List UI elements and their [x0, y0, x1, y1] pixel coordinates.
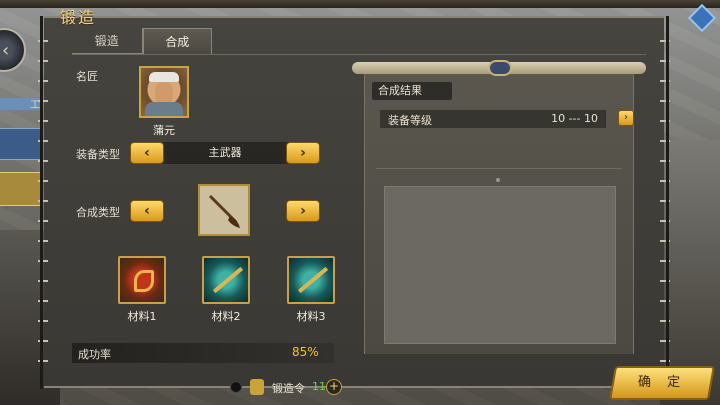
result-title: 合成结果 — [372, 82, 452, 100]
tab-bar: 锻造 合成 — [72, 28, 213, 54]
success-rate-bar: 成功率 85% — [72, 343, 334, 363]
forge-token-bar: 锻造令 11 + — [220, 378, 360, 396]
panel-rail-right — [666, 16, 669, 389]
confirm-label: 确 定 — [637, 375, 687, 390]
combine-type-prev-button[interactable]: ‹ — [130, 200, 164, 222]
staff-icon — [297, 266, 329, 294]
portrait-face — [155, 82, 173, 104]
equip-level-row: 装备等级 10 --- 10 — [380, 110, 606, 128]
result-preview-box — [384, 186, 616, 344]
combine-type-item[interactable] — [198, 184, 250, 236]
side-tab-gold[interactable] — [0, 172, 42, 206]
result-scroll: 合成结果 装备等级 10 --- 10 › — [352, 60, 646, 354]
material-label-2: 材料2 — [211, 310, 241, 323]
forge-token-label: 锻造令 — [272, 382, 305, 395]
axe-icon — [134, 270, 154, 292]
forge-token-count: 11 — [312, 380, 326, 393]
equip-type-label: 装备类型 — [76, 148, 120, 161]
combine-type-label: 合成类型 — [76, 206, 120, 219]
tab-underline — [72, 54, 646, 55]
equip-level-detail-button[interactable]: › — [618, 110, 634, 126]
craftsman-label: 名匠 — [76, 70, 98, 83]
tab-combine[interactable]: 合成 — [142, 28, 213, 54]
portrait-hat — [149, 72, 179, 82]
material-slot-2[interactable] — [202, 256, 250, 304]
tab-forge[interactable]: 锻造 — [72, 28, 142, 54]
combine-type-next-button[interactable]: › — [286, 200, 320, 222]
equip-type-selector: ‹ 主武器 › — [130, 142, 320, 164]
staff-icon — [212, 266, 244, 294]
material-slot-3[interactable] — [287, 256, 335, 304]
scroll-divider — [376, 168, 622, 169]
material-slot-1[interactable] — [118, 256, 166, 304]
side-tab-blue[interactable] — [0, 128, 42, 160]
equip-level-label: 装备等级 — [388, 114, 432, 127]
scroll-dot — [496, 178, 500, 182]
equip-type-next-button[interactable]: › — [286, 142, 320, 164]
material-label-1: 材料1 — [127, 310, 157, 323]
material-label-3: 材料3 — [296, 310, 326, 323]
success-rate-value: 85% — [292, 345, 319, 359]
confirm-button[interactable]: 确 定 — [609, 366, 715, 400]
window-title: 锻造 — [60, 8, 97, 27]
scroll-knob — [488, 60, 512, 76]
equip-type-value: 主武器 — [208, 146, 242, 159]
dot-icon — [230, 381, 242, 393]
add-token-button[interactable]: + — [326, 379, 342, 395]
success-rate-label: 成功率 — [78, 348, 111, 361]
equip-type-prev-button[interactable]: ‹ — [130, 142, 164, 164]
craftsman-name: 蒲元 — [153, 124, 175, 137]
craftsman-portrait[interactable] — [139, 66, 189, 118]
top-bar — [0, 0, 720, 8]
equip-level-value: 10 --- 10 — [551, 112, 598, 125]
back-icon: ‹ — [2, 40, 10, 61]
panel-rail-left — [40, 16, 43, 389]
portrait-body — [145, 102, 183, 116]
weapon-icon — [208, 194, 240, 228]
forge-token-icon — [250, 379, 264, 395]
